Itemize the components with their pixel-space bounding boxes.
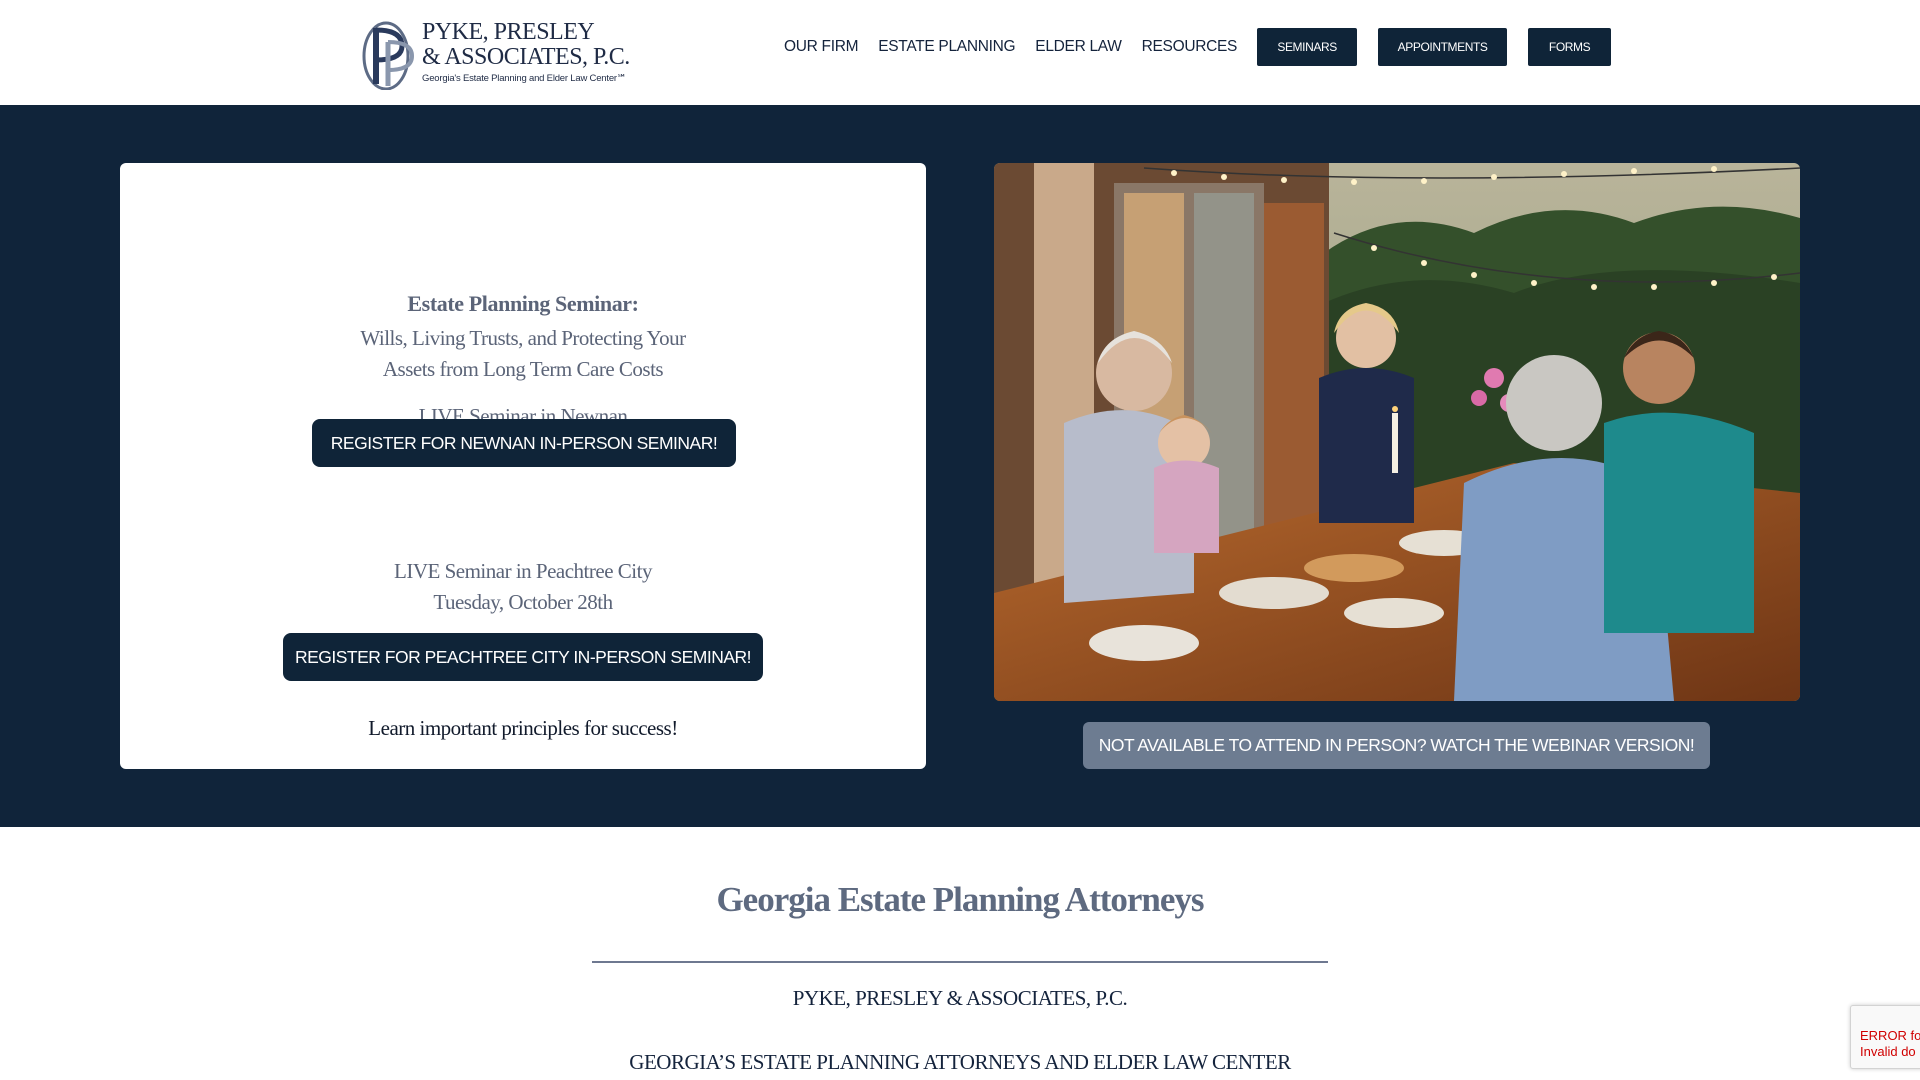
- main-nav: OUR FIRM ESTATE PLANNING ELDER LAW RESOU…: [784, 28, 1612, 66]
- recaptcha-error-line-1: ERROR fo: [1860, 1028, 1920, 1043]
- seminar-subtitle: Wills, Living Trusts, and Protecting You…: [120, 323, 926, 385]
- site-header: PYKE, PRESLEY & ASSOCIATES, P.C. Georgia…: [0, 0, 1920, 105]
- seminars-button[interactable]: SEMINARS: [1257, 28, 1358, 66]
- logo-tagline: Georgia's Estate Planning and Elder Law …: [422, 73, 627, 84]
- recaptcha-badge[interactable]: ERROR fo Invalid do: [1850, 1005, 1920, 1069]
- peachtree-event-date: Tuesday, October 28th: [433, 590, 613, 614]
- recaptcha-error-line-2: Invalid do: [1860, 1044, 1916, 1059]
- logo-line-2: & ASSOCIATES, P.C.: [422, 44, 630, 70]
- nav-estate-planning[interactable]: ESTATE PLANNING: [878, 38, 1015, 56]
- family-dinner-photo: [994, 163, 1800, 701]
- watch-webinar-button[interactable]: NOT AVAILABLE TO ATTEND IN PERSON? WATCH…: [1083, 722, 1710, 769]
- family-dinner-image: [994, 163, 1800, 701]
- section-title: Georgia Estate Planning Attorneys: [716, 880, 1204, 919]
- appointments-button[interactable]: APPOINTMENTS: [1378, 28, 1508, 66]
- seminar-title: Estate Planning Seminar:: [407, 291, 639, 316]
- logo-wordmark: PYKE, PRESLEY & ASSOCIATES, P.C. Georgia…: [422, 19, 630, 85]
- seminar-subtitle-line-1: Wills, Living Trusts, and Protecting You…: [360, 326, 686, 350]
- logo-line-1: PYKE, PRESLEY: [422, 19, 595, 45]
- section-divider: [592, 961, 1328, 963]
- seminar-subtitle-line-2: Assets from Long Term Care Costs: [382, 357, 664, 381]
- register-peachtree-button[interactable]: REGISTER FOR PEACHTREE CITY IN-PERSON SE…: [283, 633, 763, 681]
- firm-name-heading: PYKE, PRESLEY & ASSOCIATES, P.C.: [792, 986, 1128, 1010]
- firm-tagline-heading: GEORGIA’S ESTATE PLANNING ATTORNEYS AND …: [629, 1050, 1291, 1074]
- seminar-card: Estate Planning Seminar: Wills, Living T…: [120, 163, 926, 769]
- nav-elder-law[interactable]: ELDER LAW: [1035, 38, 1122, 56]
- register-newnan-button[interactable]: REGISTER FOR NEWNAN IN-PERSON SEMINAR!: [312, 419, 736, 467]
- hero-section: Estate Planning Seminar: Wills, Living T…: [0, 105, 1920, 827]
- peachtree-event-location: LIVE Seminar in Peachtree City: [394, 559, 652, 583]
- nav-resources[interactable]: RESOURCES: [1142, 38, 1238, 56]
- forms-button[interactable]: FORMS: [1528, 28, 1612, 66]
- learn-tagline: Learn important principles for success!: [368, 716, 678, 740]
- pp-monogram-icon: [362, 21, 415, 90]
- peachtree-event-info: LIVE Seminar in Peachtree City Tuesday, …: [120, 556, 926, 618]
- nav-our-firm[interactable]: OUR FIRM: [784, 38, 859, 56]
- site-logo[interactable]: PYKE, PRESLEY & ASSOCIATES, P.C. Georgia…: [362, 18, 630, 92]
